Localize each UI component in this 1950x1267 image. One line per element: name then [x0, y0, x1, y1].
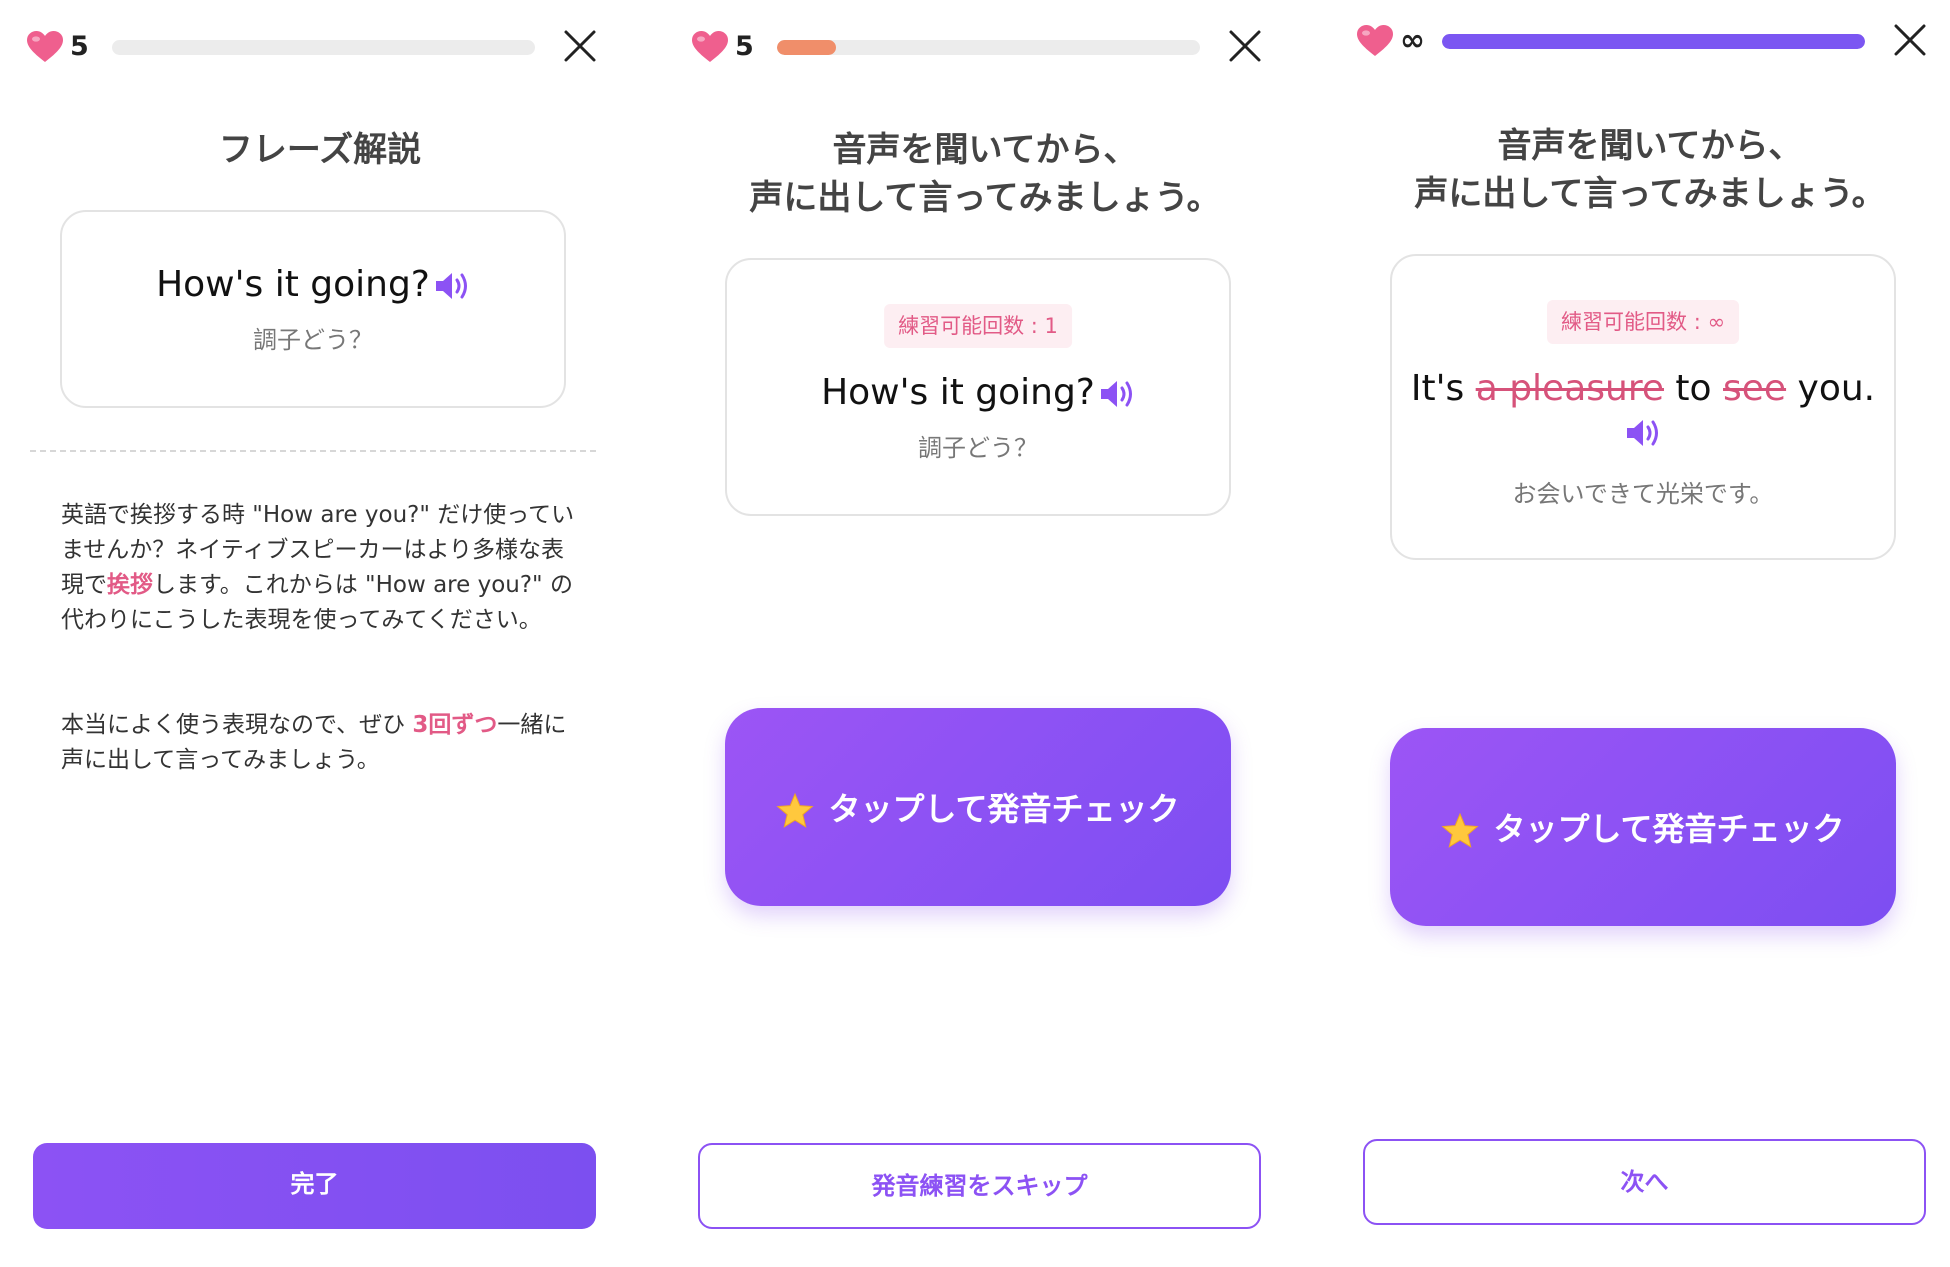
practice-count-badge: 練習可能回数 : 1 [884, 304, 1072, 348]
next-button[interactable]: 次へ [1363, 1139, 1926, 1225]
explanation-paragraph-2: 本当によく使う表現なので、ぜひ 3回ずつ一緒に声に出して言ってみましょう。 [61, 708, 581, 778]
phrase-word-correct: It's [1410, 368, 1476, 409]
close-icon[interactable] [1892, 22, 1928, 58]
page-title-line-1: 音声を聞いてから、 [832, 130, 1138, 170]
progress-bar [112, 40, 535, 55]
phrase-card: How's it going? 調子どう？ [60, 210, 566, 408]
phrase-word-incorrect: a pleasure [1475, 368, 1664, 409]
phrase-row: How's it going? [727, 370, 1229, 416]
complete-button[interactable]: 完了 [33, 1143, 596, 1229]
panel-phrase-explanation: 5 フレーズ解説 How's it going? 調子どう？ 英語で挨拶する時 … [0, 0, 640, 1267]
skip-pronunciation-button[interactable]: 発音練習をスキップ [698, 1143, 1261, 1229]
lives-count: 5 [70, 31, 89, 62]
button-label: タップして発音チェック [1493, 810, 1845, 848]
progress-bar [1442, 34, 1865, 49]
top-bar: 5 [0, 0, 640, 100]
phrase-text: How's it going? [156, 264, 430, 305]
progress-fill [777, 40, 837, 55]
phrase-word-correct: to [1663, 368, 1724, 409]
explanation-text: 本当によく使う表現なので、ぜひ [61, 712, 413, 738]
explanation-highlight: 3回ずつ [412, 712, 498, 738]
speaker-row [1392, 416, 1894, 450]
phrase-translation: 調子どう？ [918, 434, 1038, 462]
lives-count: 5 [735, 31, 754, 62]
button-content: タップして発音チェック [1390, 804, 1896, 850]
close-icon[interactable] [562, 28, 598, 64]
star-icon [776, 792, 815, 828]
phrase-word-incorrect: see [1723, 368, 1787, 409]
divider [30, 450, 596, 452]
phrase-row: How's it going? [62, 262, 564, 308]
explanation-highlight: 挨拶 [107, 572, 153, 598]
progress-bar [777, 40, 1200, 55]
page-title-line-2: 声に出して言ってみましょう。 [1414, 174, 1886, 214]
speaker-icon[interactable] [1625, 416, 1661, 450]
phrase-feedback: It's a pleasure to see you. [1392, 366, 1894, 412]
button-label: タップして発音チェック [828, 790, 1180, 828]
practice-count-badge: 練習可能回数 : ∞ [1547, 300, 1739, 344]
heart-icon [692, 31, 728, 62]
speaker-icon[interactable] [434, 269, 470, 303]
explanation-paragraph-1: 英語で挨拶する時 "How are you?" だけ使っていませんか？ネイティブ… [61, 498, 581, 638]
page-title-line-1: 音声を聞いてから、 [1497, 126, 1803, 166]
button-content: タップして発音チェック [725, 784, 1231, 830]
page-title-line-2: 声に出して言ってみましょう。 [749, 178, 1221, 218]
speaker-icon[interactable] [1099, 377, 1135, 411]
phrase-translation: お会いできて光栄です。 [1512, 480, 1774, 508]
close-icon[interactable] [1227, 28, 1263, 64]
lives-count: ∞ [1400, 23, 1425, 58]
top-bar: ∞ [1330, 0, 1950, 100]
pronunciation-check-button[interactable]: タップして発音チェック [725, 708, 1231, 906]
phrase-card: 練習可能回数 : ∞ It's a pleasure to see you. お… [1390, 254, 1896, 560]
progress-fill [1442, 34, 1865, 49]
heart-icon [27, 31, 63, 62]
panel-pronunciation-practice: 5 音声を聞いてから、 声に出して言ってみましょう。 練習可能回数 : 1 Ho… [665, 0, 1305, 1267]
star-icon [1441, 812, 1480, 848]
phrase-card: 練習可能回数 : 1 How's it going? 調子どう？ [725, 258, 1231, 516]
top-bar: 5 [665, 0, 1305, 100]
heart-icon [1357, 25, 1393, 56]
phrase-word-correct: you. [1786, 368, 1876, 409]
phrase-text: How's it going? [821, 372, 1095, 413]
page-title: フレーズ解説 [218, 130, 422, 170]
panel-pronunciation-result: ∞ 音声を聞いてから、 声に出して言ってみましょう。 練習可能回数 : ∞ It… [1330, 0, 1950, 1267]
phrase-translation: 調子どう？ [253, 326, 373, 354]
pronunciation-check-button[interactable]: タップして発音チェック [1390, 728, 1896, 926]
